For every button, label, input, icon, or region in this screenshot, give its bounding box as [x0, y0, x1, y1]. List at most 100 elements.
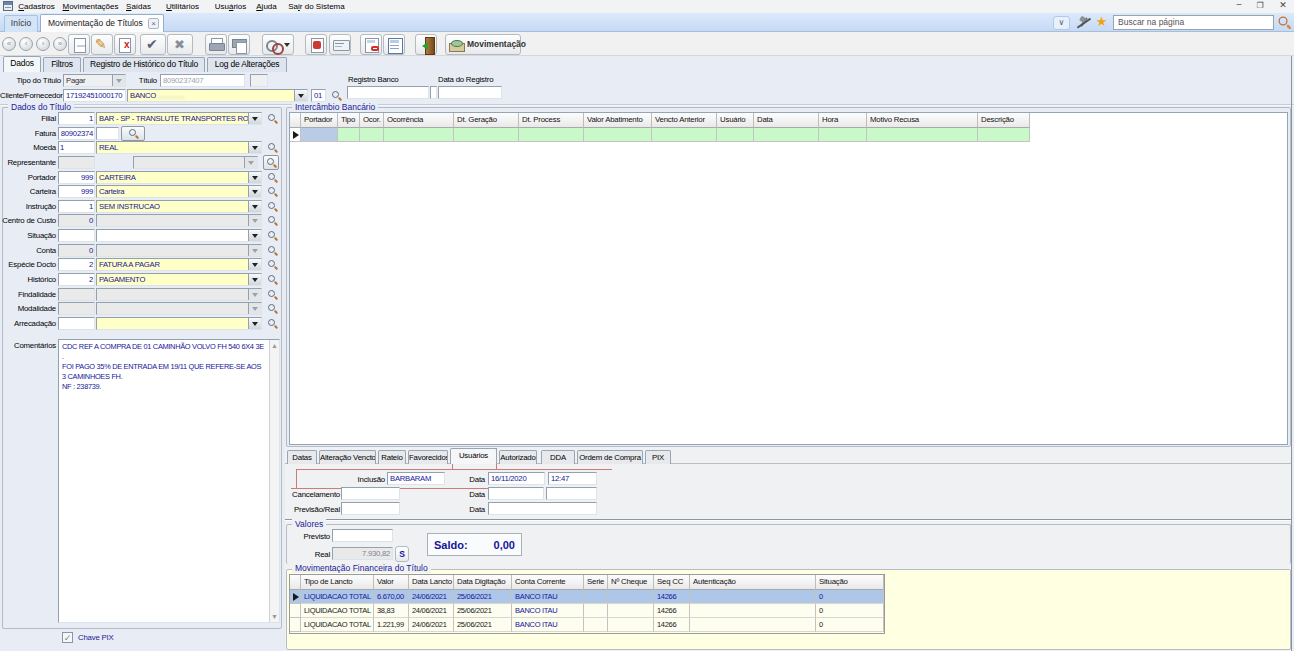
- instru-o-search-icon[interactable]: [266, 200, 279, 213]
- movfin-cell-1-0[interactable]: LIQUIDACAO TOTAL: [301, 604, 374, 618]
- inclusao-date-input[interactable]: 16/11/2020: [488, 472, 545, 485]
- toolbar-insert-record-icon[interactable]: [68, 34, 90, 55]
- esp-cie-docto-code-input[interactable]: 2: [58, 258, 95, 271]
- intercambio-cell-3[interactable]: [384, 128, 454, 142]
- toolbar-calculator-icon[interactable]: [383, 34, 405, 55]
- intercambio-col-1[interactable]: Tipo: [338, 113, 360, 128]
- data-do-registro-input[interactable]: [438, 86, 502, 99]
- movfin-cell-0-6[interactable]: [608, 590, 654, 604]
- intercambio-cell-2[interactable]: [360, 128, 384, 142]
- intercambio-col-11[interactable]: Motivo Recusa: [867, 113, 978, 128]
- moeda-code-input[interactable]: 1: [58, 141, 95, 154]
- menu-item-5[interactable]: Ajuda: [252, 1, 281, 12]
- intercambio-cell-10[interactable]: [819, 128, 867, 142]
- modalidade-arrow-icon[interactable]: [248, 303, 261, 314]
- tab-favorecidos[interactable]: Favorecidos: [408, 450, 448, 464]
- saldo-recalc-button[interactable]: S: [395, 546, 409, 562]
- toolbar-cheque-icon[interactable]: [329, 34, 351, 55]
- representante-code-input[interactable]: [58, 156, 95, 169]
- previsao-real-user-input[interactable]: [341, 502, 400, 515]
- doc-tab-active[interactable]: Movimentação de Títulos: [40, 14, 164, 32]
- intercambio-col-2[interactable]: Ocor.: [360, 113, 384, 128]
- tab-rateio[interactable]: Rateio: [378, 450, 406, 464]
- movfin-col-5[interactable]: Serie: [584, 575, 608, 590]
- intercambio-cell-1[interactable]: [338, 128, 360, 142]
- banco-arrow-icon[interactable]: [294, 90, 307, 101]
- registro-banco-input[interactable]: [347, 86, 429, 99]
- intercambio-col-3[interactable]: Ocorrência: [384, 113, 454, 128]
- window-close-button[interactable]: ✕: [1276, 0, 1290, 11]
- toolbar-exit-door-icon[interactable]: [415, 34, 437, 55]
- intercambio-cell-8[interactable]: [717, 128, 754, 142]
- cancelamento-user-input[interactable]: [341, 487, 400, 500]
- intercambio-cell-7[interactable]: [652, 128, 717, 142]
- real-input[interactable]: 7.930,82: [332, 547, 393, 560]
- representante-search-button[interactable]: [263, 155, 279, 170]
- carteira-arrow-icon[interactable]: [248, 186, 261, 197]
- movfin-cell-2-5[interactable]: [584, 618, 608, 632]
- centro-de-custo-search-icon[interactable]: [266, 214, 279, 227]
- tab-registro-de-hist-rico-do-t-tulo[interactable]: Registro de Histórico do Título: [83, 57, 205, 72]
- conta-arrow-icon[interactable]: [248, 245, 261, 256]
- esp-cie-docto-arrow-icon[interactable]: [248, 259, 261, 270]
- instru-o-select[interactable]: SEM INSTRUCAO: [96, 200, 262, 213]
- movfin-col-9[interactable]: Situação: [816, 575, 884, 590]
- menu-item-4[interactable]: Usuários: [210, 1, 251, 12]
- window-restore-button[interactable]: ❐: [1253, 0, 1267, 11]
- instru-o-arrow-icon[interactable]: [248, 201, 261, 212]
- moeda-select[interactable]: REAL: [96, 141, 262, 154]
- movfin-cell-1-9[interactable]: 0: [816, 604, 884, 618]
- movfin-col-2[interactable]: Data Lancto: [409, 575, 454, 590]
- titulo-input[interactable]: 8090237407: [160, 74, 245, 87]
- toolbar-nav-prev-icon[interactable]: ‹: [19, 37, 33, 51]
- intercambio-cell-9[interactable]: [754, 128, 819, 142]
- modalidade-code-input[interactable]: [58, 302, 95, 315]
- intercambio-col-5[interactable]: Dt. Process: [519, 113, 584, 128]
- movfin-cell-1-6[interactable]: [608, 604, 654, 618]
- movfin-cell-1-3[interactable]: 25/06/2021: [454, 604, 512, 618]
- centro-de-custo-code-input[interactable]: 0: [58, 214, 95, 227]
- movfin-cell-1-5[interactable]: [584, 604, 608, 618]
- movfin-cell-2-1[interactable]: 1.221,99: [374, 618, 409, 632]
- movfin-cell-2-2[interactable]: 24/06/2021: [409, 618, 454, 632]
- instru-o-code-input[interactable]: 1: [58, 200, 95, 213]
- toolbar-export-red-icon[interactable]: [305, 34, 327, 55]
- search-icon[interactable]: [1276, 14, 1294, 32]
- intercambio-col-7[interactable]: Vencto Anterior: [652, 113, 717, 128]
- movfin-cell-2-3[interactable]: 25/06/2021: [454, 618, 512, 632]
- carteira-select[interactable]: Carteira: [96, 185, 262, 198]
- tab-overflow-button[interactable]: ∨: [1053, 16, 1070, 30]
- toolbar-confirm-icon[interactable]: ✔: [140, 34, 166, 55]
- intercambio-col-0[interactable]: Portador: [301, 113, 338, 128]
- portador-search-icon[interactable]: [266, 171, 279, 184]
- previsao-real-date-input[interactable]: [488, 502, 597, 515]
- tab-filtros[interactable]: Filtros: [43, 57, 81, 72]
- intercambio-cell-5[interactable]: [519, 128, 584, 142]
- intercambio-col-8[interactable]: Usuário: [717, 113, 754, 128]
- tab-autorizado[interactable]: Autorizado: [499, 450, 537, 464]
- comentarios-scrollbar[interactable]: [269, 340, 279, 622]
- arrecada-o-search-icon[interactable]: [266, 317, 279, 330]
- filial-select[interactable]: BAR - SP - TRANSLUTE TRANSPORTES RODOV: [96, 112, 262, 125]
- movfin-cell-0-8[interactable]: [690, 590, 816, 604]
- toolbar-edit-record-icon[interactable]: ✎: [91, 34, 113, 55]
- tab-datas[interactable]: Datas: [287, 450, 317, 464]
- cliente-search-icon[interactable]: [330, 89, 343, 102]
- toolbar-delete-record-icon[interactable]: x: [114, 34, 136, 55]
- toolbar-nav-first-icon[interactable]: «: [2, 37, 16, 51]
- toolbar-link-options-icon[interactable]: [262, 34, 294, 55]
- findalidade-arrow-icon[interactable]: [248, 289, 261, 300]
- cancelamento-date-input[interactable]: [488, 487, 544, 500]
- movfin-cell-0-3[interactable]: 25/06/2021: [454, 590, 512, 604]
- arrecada-o-arrow-icon[interactable]: [248, 318, 261, 329]
- toolbar-print-icon[interactable]: [205, 34, 227, 55]
- findalidade-code-input[interactable]: [58, 288, 95, 301]
- intercambio-cell-12[interactable]: [978, 128, 1030, 142]
- portador-code-input[interactable]: 999: [58, 171, 95, 184]
- hist-rico-search-icon[interactable]: [266, 273, 279, 286]
- tipo-do-titulo-arrow-icon[interactable]: [112, 75, 125, 86]
- situa-o-select[interactable]: [96, 229, 262, 242]
- movimentacao-button[interactable]: Movimentação: [445, 34, 521, 55]
- cancelamento-time-input[interactable]: [546, 487, 597, 500]
- findalidade-select[interactable]: [96, 288, 262, 301]
